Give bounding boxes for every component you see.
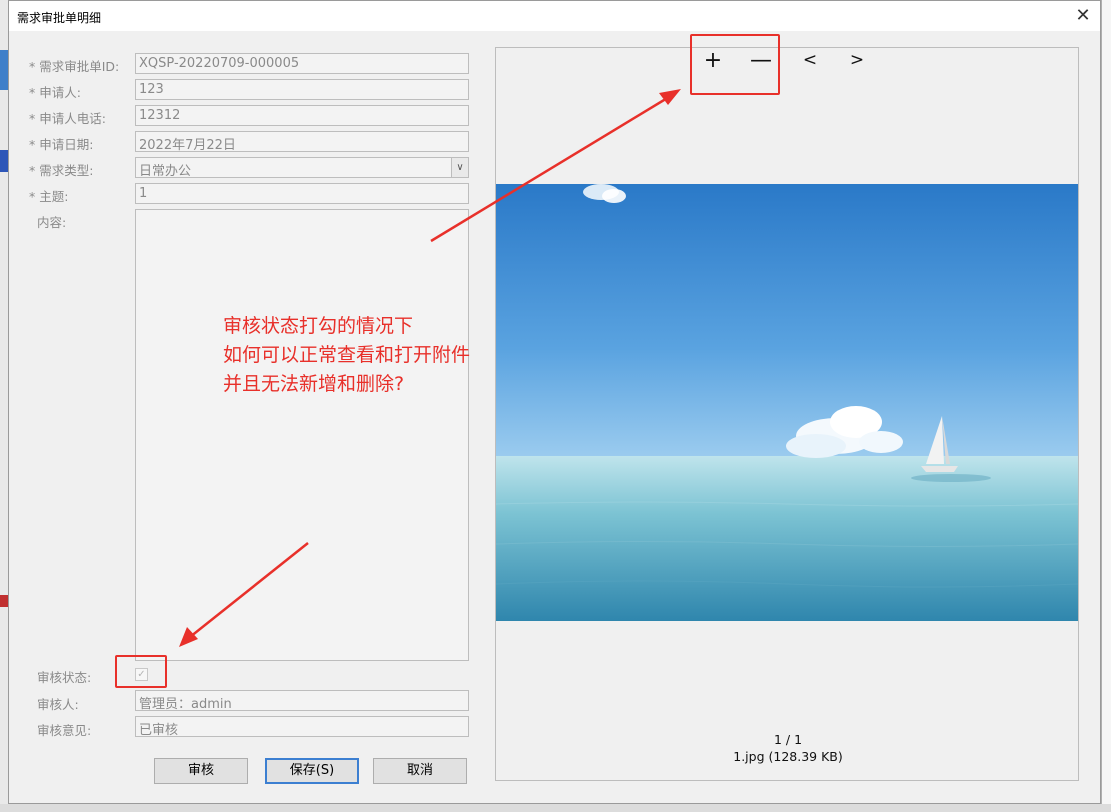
annotation-box-review-status <box>115 655 167 688</box>
background-window-edge-right <box>1101 0 1111 812</box>
save-button[interactable]: 保存(S) <box>265 758 359 784</box>
dialog-title: 需求审批单明细 <box>17 11 102 25</box>
apply-date-field[interactable]: 2022年7月22日 <box>135 131 469 152</box>
file-info: 1.jpg (128.39 KB) <box>733 749 843 764</box>
field-label-subject: * 主题: <box>29 189 69 204</box>
background-window-edge-bottom <box>0 804 1111 812</box>
review-button[interactable]: 审核 <box>154 758 248 784</box>
request-id-field[interactable]: XQSP-20220709-000005 <box>135 53 469 74</box>
page-indicator: 1 / 1 <box>773 732 803 747</box>
field-label-applicant-phone: * 申请人电话: <box>29 111 106 126</box>
field-label-review-status: 审核状态: <box>37 670 92 685</box>
cancel-button[interactable]: 取消 <box>373 758 467 784</box>
attachment-viewer: + — < > 1 / 1 1.jpg (128.39 KB) <box>495 47 1079 781</box>
sea-sailboat-image <box>496 184 1078 621</box>
request-type-select[interactable]: 日常办公 ∨ <box>135 157 469 178</box>
next-button[interactable]: > <box>843 50 871 70</box>
approval-detail-dialog: 需求审批单明细 ✕ * 需求审批单ID: XQSP-20220709-00000… <box>8 0 1101 804</box>
close-button[interactable]: ✕ <box>1072 5 1094 27</box>
review-opinion-field[interactable]: 已审核 <box>135 716 469 737</box>
applicant-field[interactable]: 123 <box>135 79 469 100</box>
reviewer-field[interactable]: 管理员：admin <box>135 690 469 711</box>
field-label-review-opinion: 审核意见: <box>37 723 92 738</box>
annotation-line-1: 审核状态打勾的情况下 <box>223 315 414 337</box>
dialog-titlebar: 需求审批单明细 ✕ <box>9 1 1100 31</box>
field-label-reviewer: 审核人: <box>37 697 79 712</box>
applicant-phone-field[interactable]: 12312 <box>135 105 469 126</box>
attachment-image[interactable] <box>496 184 1078 621</box>
annotation-box-viewer-tools <box>690 34 780 95</box>
field-label-apply-date: * 申请日期: <box>29 137 94 152</box>
field-label-content: 内容: <box>37 215 67 230</box>
annotation-line-2: 如何可以正常查看和打开附件 <box>223 344 471 366</box>
content-textarea[interactable] <box>135 209 469 661</box>
field-label-request-type: * 需求类型: <box>29 163 94 178</box>
annotation-text: 审核状态打勾的情况下 如何可以正常查看和打开附件 并且无法新增和删除? <box>223 312 470 399</box>
subject-field[interactable]: 1 <box>135 183 469 204</box>
field-label-applicant: * 申请人: <box>29 85 81 100</box>
request-type-value: 日常办公 <box>139 164 192 178</box>
annotation-line-3: 并且无法新增和删除? <box>223 373 405 395</box>
field-label-request-id: * 需求审批单ID: <box>29 59 120 74</box>
chevron-down-icon[interactable]: ∨ <box>451 158 468 177</box>
previous-button[interactable]: < <box>796 50 824 70</box>
